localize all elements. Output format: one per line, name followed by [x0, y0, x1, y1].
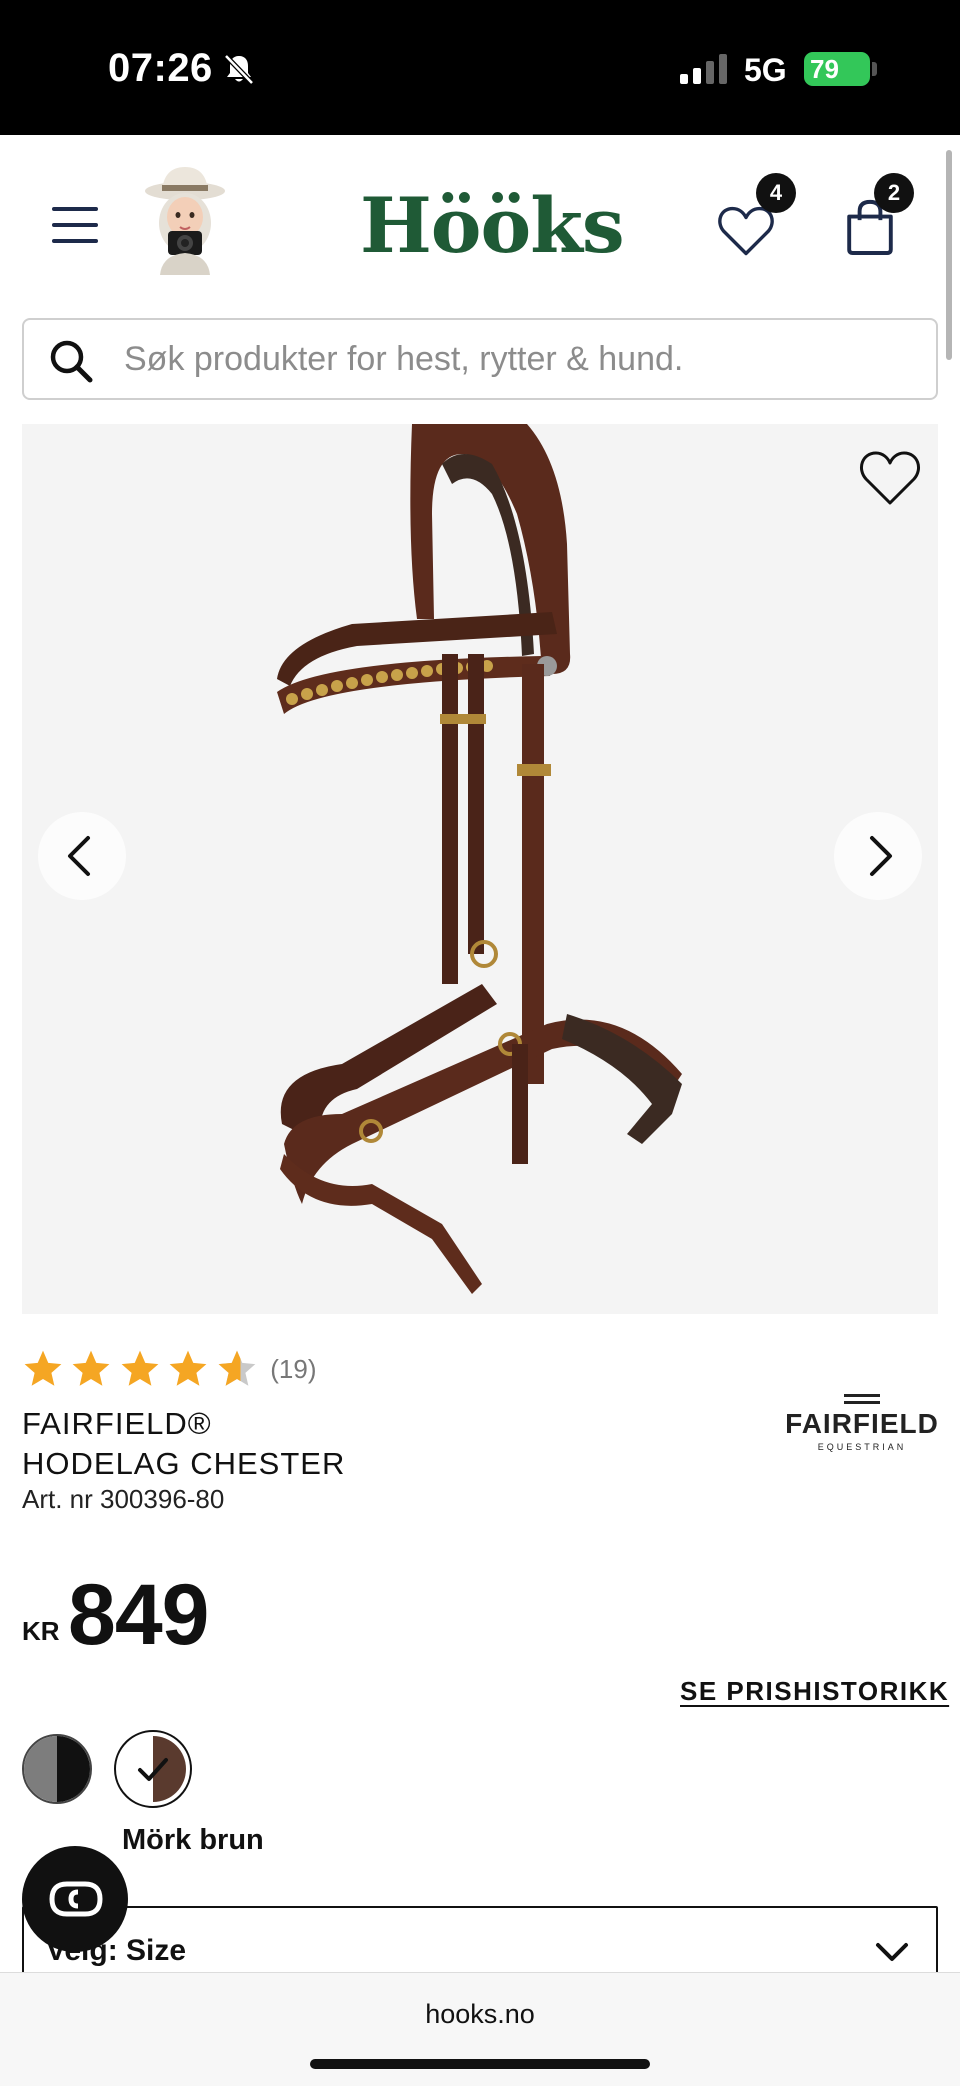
network-label: 5G: [744, 52, 787, 88]
browser-address-bar[interactable]: hooks.no: [0, 1972, 960, 2086]
star-icon: [24, 1350, 62, 1386]
chevron-right-icon: [870, 836, 892, 876]
price-currency: KR: [22, 1616, 60, 1646]
product-title-line1: FAIRFIELD®: [22, 1406, 212, 1441]
avatar[interactable]: [140, 165, 230, 275]
chevron-left-icon: [68, 836, 90, 876]
battery-indicator: 79: [804, 52, 870, 86]
scrollbar[interactable]: [946, 150, 952, 360]
search-input[interactable]: [124, 334, 904, 384]
status-time: 07:26: [108, 46, 213, 90]
article-number: Art. nr 300396-80: [22, 1484, 225, 1514]
hamburger-menu-icon[interactable]: [50, 203, 100, 247]
star-icon: [121, 1350, 159, 1386]
bell-muted-icon: [224, 54, 254, 85]
color-swatch-dark-brown[interactable]: [120, 1736, 186, 1802]
favorite-heart-icon[interactable]: [858, 448, 922, 508]
review-count[interactable]: (19): [270, 1354, 316, 1385]
color-swatch-grey-black[interactable]: [22, 1734, 92, 1804]
cart-count-badge: 2: [874, 173, 914, 213]
price-history-link[interactable]: SE PRISHISTORIKK: [680, 1676, 949, 1707]
cart-button[interactable]: 2: [844, 173, 924, 267]
product-title: FAIRFIELD® HODELAG CHESTER: [22, 1404, 582, 1484]
status-bar: 07:26 5G 79: [0, 0, 960, 135]
product-title-line2: HODELAG CHESTER: [22, 1446, 346, 1481]
site-logo[interactable]: Hööks: [360, 181, 625, 270]
wishlist-button[interactable]: 4: [716, 173, 796, 271]
brand-subtitle: EQUESTRIAN: [817, 1442, 907, 1452]
search-bar[interactable]: [22, 318, 938, 400]
battery-cap: [872, 62, 877, 76]
chevron-down-icon: [876, 1943, 908, 1961]
price-value: 849: [68, 1567, 209, 1663]
signal-icon: [680, 54, 727, 84]
half-star-icon: [218, 1350, 256, 1386]
product-image-gallery[interactable]: [22, 424, 938, 1314]
chat-button[interactable]: [22, 1846, 128, 1952]
brand-name: FAIRFIELD: [785, 1408, 939, 1439]
home-indicator[interactable]: [310, 2059, 650, 2069]
product-image: [277, 424, 682, 1294]
selected-color-label: Mörk brun: [122, 1824, 264, 1856]
brand-logo-mark: [844, 1394, 880, 1404]
battery-level: 79: [810, 54, 839, 84]
product-rating[interactable]: (19): [22, 1348, 317, 1392]
previous-image-button[interactable]: [38, 812, 126, 900]
star-icon: [73, 1350, 110, 1386]
wishlist-count-badge: 4: [756, 173, 796, 213]
site-header: Hööks 4 2: [0, 135, 960, 315]
brand-logo[interactable]: FAIRFIELD EQUESTRIAN: [784, 1394, 940, 1458]
chat-bubble-icon: [49, 1881, 103, 1917]
browser-url[interactable]: hooks.no: [0, 1999, 960, 2030]
search-icon: [50, 340, 93, 383]
next-image-button[interactable]: [834, 812, 922, 900]
star-icon: [169, 1350, 207, 1386]
